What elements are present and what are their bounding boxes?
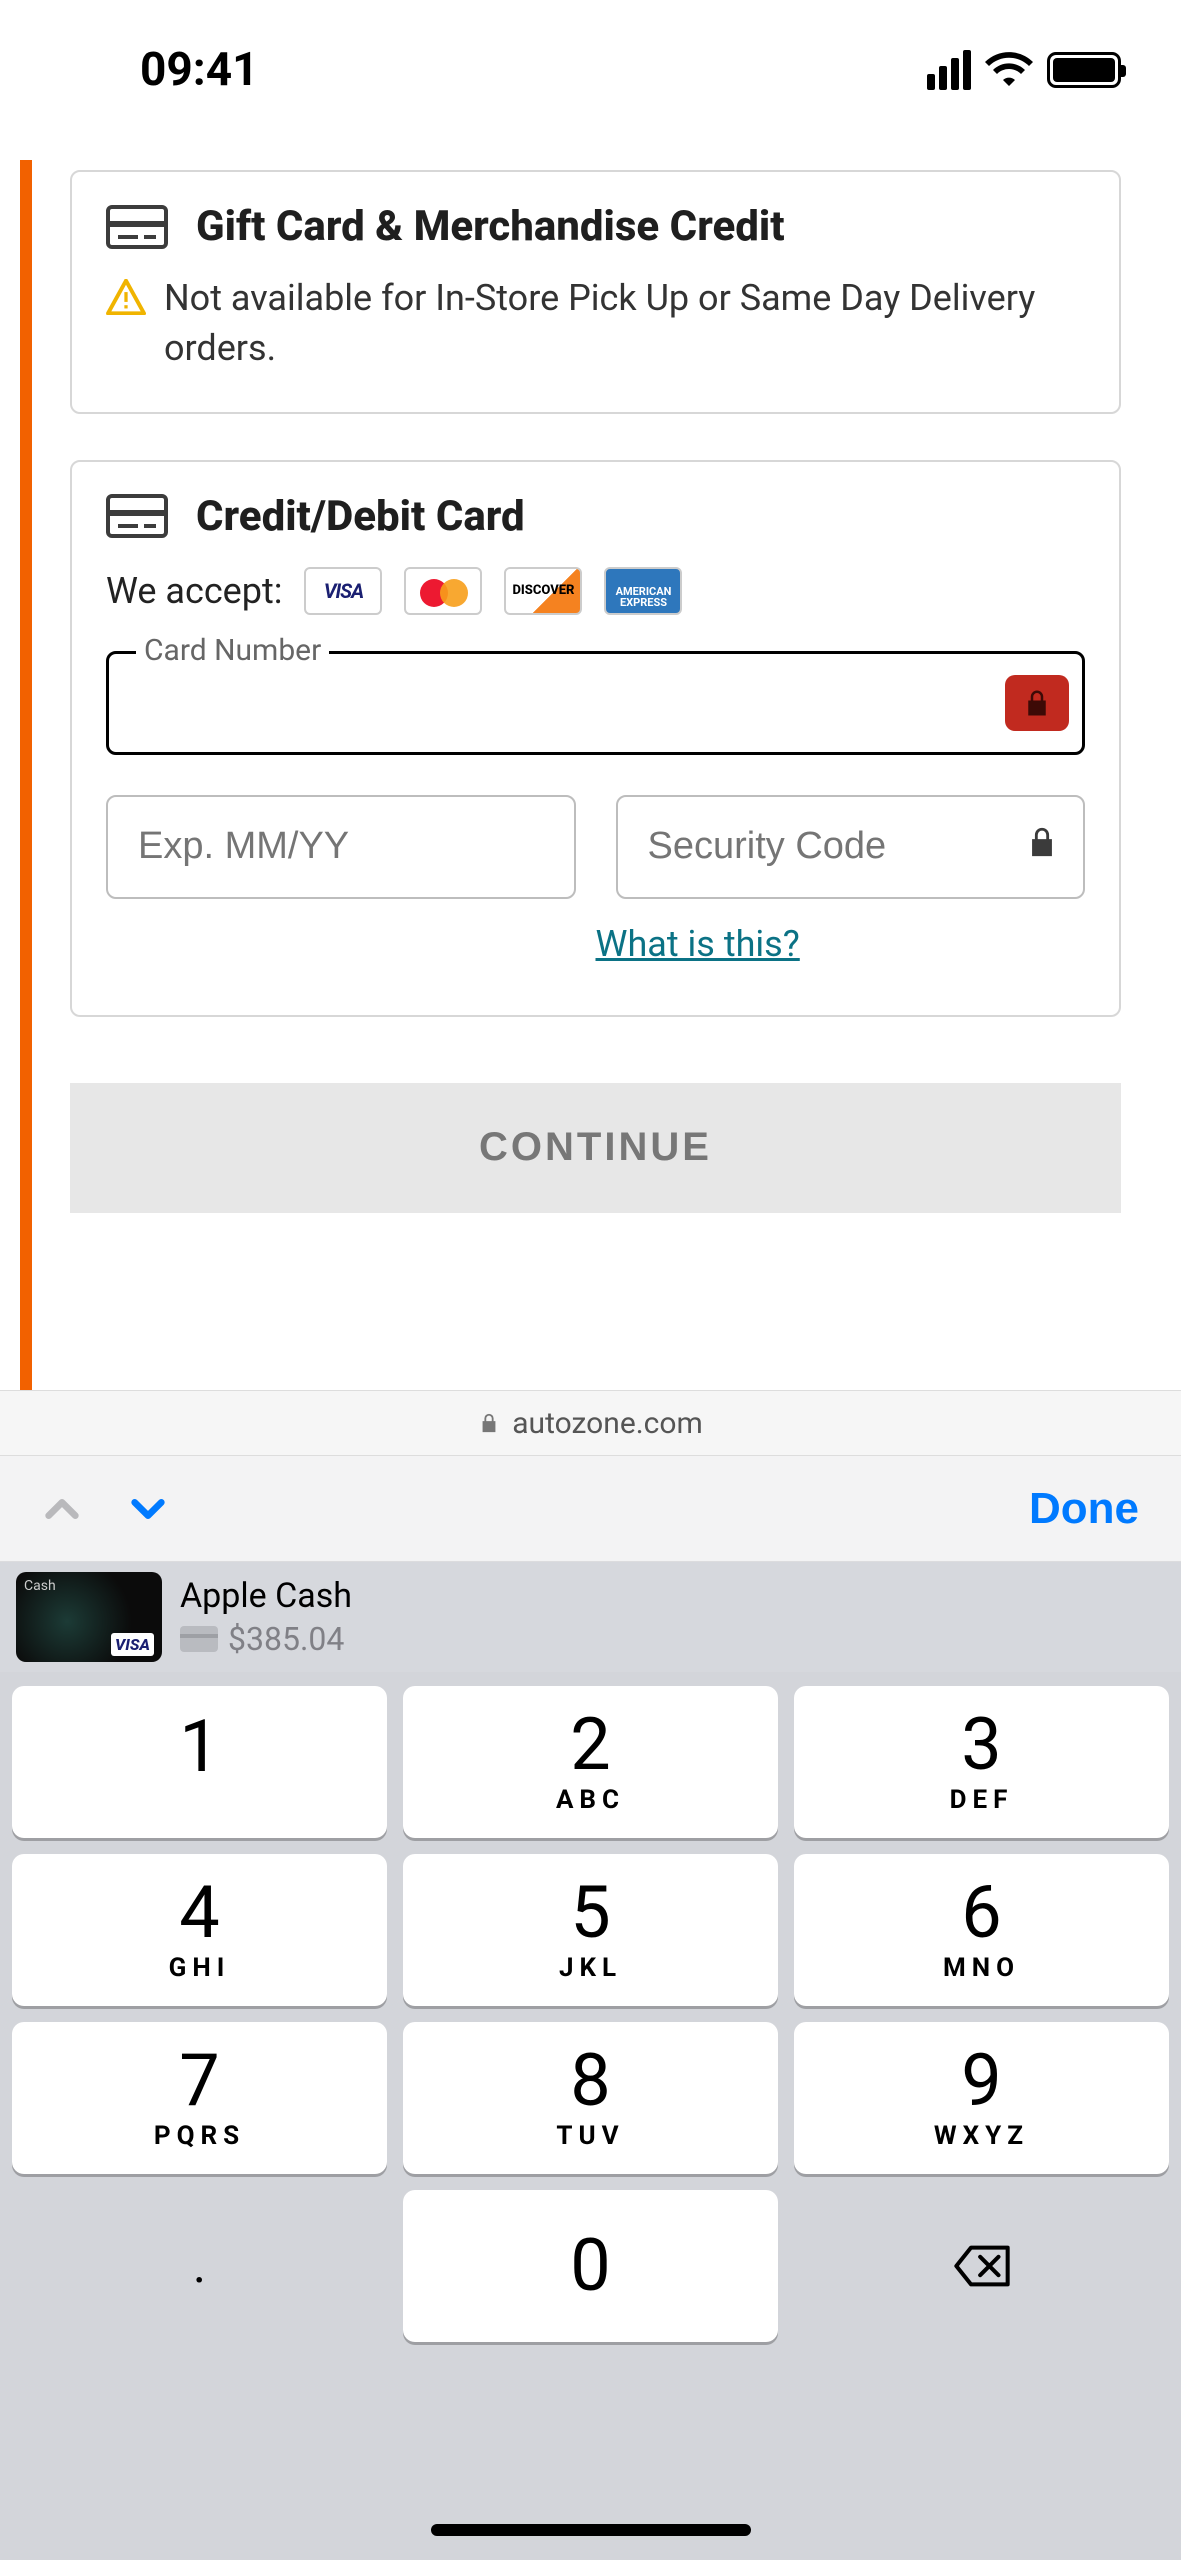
key-digit: 7 (179, 2045, 219, 2117)
gift-card-panel: Gift Card & Merchandise Credit Not avail… (70, 170, 1121, 414)
key-letters: MNO (943, 1953, 1020, 1983)
backspace-icon (952, 2244, 1012, 2288)
continue-button[interactable]: CONTINUE (70, 1083, 1121, 1213)
key-letters: WXYZ (934, 2121, 1029, 2151)
key-letters: ABC (556, 1785, 625, 1815)
next-field-button[interactable] (128, 1489, 168, 1529)
credit-card-title: Credit/Debit Card (196, 492, 525, 541)
card-number-label: Card Number (136, 633, 329, 668)
key-digit: 4 (179, 1877, 219, 1949)
status-indicators (927, 50, 1121, 90)
key-digit: 3 (961, 1709, 1001, 1781)
card-number-field: Card Number (106, 651, 1085, 755)
key-2[interactable]: 2 ABC (403, 1686, 778, 1838)
what-is-this-link[interactable]: What is this? (596, 923, 800, 965)
key-4[interactable]: 4 GHI (12, 1854, 387, 2006)
key-letters: PQRS (154, 2121, 245, 2151)
keyboard-accessory-bar: Done (0, 1456, 1181, 1562)
status-time: 09:41 (140, 43, 259, 97)
discover-logo: DISCOVER (504, 567, 582, 615)
gift-card-title: Gift Card & Merchandise Credit (196, 202, 785, 251)
home-indicator[interactable] (431, 2524, 751, 2536)
we-accept-label: We accept: (106, 570, 282, 612)
key-8[interactable]: 8 TUV (403, 2022, 778, 2174)
amex-logo: AMERICAN EXPRESS (604, 567, 682, 615)
key-letters: TUV (556, 2121, 624, 2151)
key-digit: 9 (961, 2045, 1001, 2117)
card-icon (106, 494, 168, 538)
expiration-input[interactable] (138, 825, 544, 868)
warning-icon (106, 279, 146, 315)
battery-icon (1047, 52, 1121, 88)
key-letters: JKL (559, 1953, 622, 1983)
cellular-icon (927, 50, 971, 90)
security-code-field[interactable] (616, 795, 1086, 899)
address-domain: autozone.com (512, 1406, 703, 1441)
security-code-input[interactable] (648, 825, 1054, 868)
key-letters: GHI (169, 1953, 231, 1983)
wallet-card-name: Apple Cash (180, 1576, 352, 1616)
lock-icon (1025, 825, 1059, 869)
key-5[interactable]: 5 JKL (403, 1854, 778, 2006)
keyboard-done-button[interactable]: Done (1029, 1484, 1139, 1534)
accent-stripe (20, 160, 32, 1410)
wallet-card-thumbnail (16, 1572, 162, 1662)
key-0[interactable]: 0 (403, 2190, 778, 2342)
credit-card-panel: Credit/Debit Card We accept: VISA DISCOV… (70, 460, 1121, 1017)
key-1[interactable]: 1 (12, 1686, 387, 1838)
key-digit: 5 (570, 1877, 610, 1949)
wallet-suggestion[interactable]: Apple Cash $385.04 (0, 1562, 1181, 1672)
key-3[interactable]: 3 DEF (794, 1686, 1169, 1838)
wallet-balance: $385.04 (228, 1620, 344, 1658)
card-icon (106, 205, 168, 249)
prev-field-button (42, 1489, 82, 1529)
mastercard-logo (404, 567, 482, 615)
key-letters: DEF (950, 1785, 1014, 1815)
key-9[interactable]: 9 WXYZ (794, 2022, 1169, 2174)
key-7[interactable]: 7 PQRS (12, 2022, 387, 2174)
key-backspace[interactable] (794, 2190, 1169, 2342)
wifi-icon (985, 50, 1033, 90)
browser-address-bar[interactable]: autozone.com (0, 1390, 1181, 1456)
visa-logo: VISA (304, 567, 382, 615)
gift-card-warning-text: Not available for In-Store Pick Up or Sa… (164, 273, 1085, 374)
card-chip-icon (180, 1626, 218, 1652)
key-digit: 2 (570, 1709, 610, 1781)
status-bar: 09:41 (0, 0, 1181, 140)
expiration-field[interactable] (106, 795, 576, 899)
key-digit: 8 (570, 2045, 610, 2117)
key-digit: 6 (961, 1877, 1001, 1949)
password-manager-icon[interactable] (1005, 675, 1069, 731)
numeric-keypad: 1 2 ABC 3 DEF 4 GHI 5 JKL 6 MNO 7 PQRS 8 TUV 9 WXYZ . 0 (0, 1672, 1181, 2560)
key-dot[interactable]: . (12, 2190, 387, 2342)
key-6[interactable]: 6 MNO (794, 1854, 1169, 2006)
key-digit: 1 (179, 1711, 219, 1783)
lock-icon (478, 1412, 500, 1434)
